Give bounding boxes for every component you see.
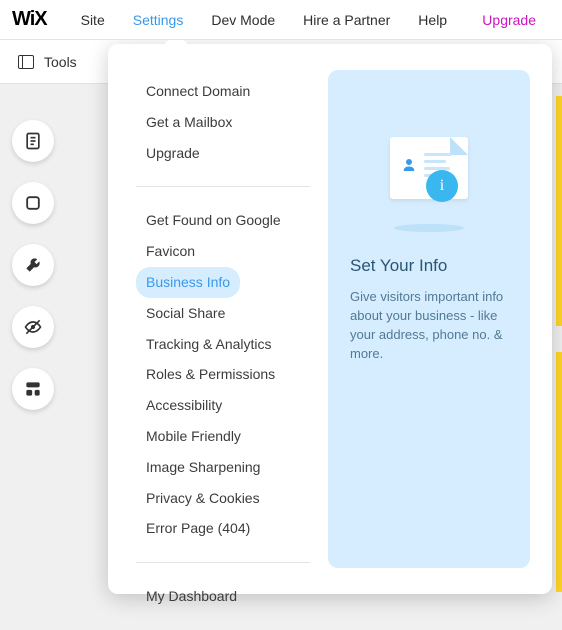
menu-image-sharpening[interactable]: Image Sharpening [136,452,310,483]
menu-privacy-cookies[interactable]: Privacy & Cookies [136,483,310,514]
rail-layout-button[interactable] [12,368,54,410]
menu-site[interactable]: Site [67,0,119,40]
menu-error-page[interactable]: Error Page (404) [136,513,310,544]
menu-social-share[interactable]: Social Share [136,298,310,329]
preview-illustration: i [350,98,508,238]
canvas-edge-top [556,96,562,326]
menu-my-dashboard[interactable]: My Dashboard [136,581,310,612]
settings-group-2: Get Found on Google Favicon Business Inf… [136,186,310,562]
menu-dev-mode[interactable]: Dev Mode [197,0,289,40]
menu-accessibility[interactable]: Accessibility [136,390,310,421]
menu-business-info[interactable]: Business Info [136,267,240,298]
tools-label[interactable]: Tools [44,54,77,70]
menu-favicon[interactable]: Favicon [136,236,310,267]
menu-get-found[interactable]: Get Found on Google [136,205,310,236]
rail-pages-button[interactable] [12,120,54,162]
shadow-icon [394,224,464,232]
rail-section-button[interactable] [12,182,54,224]
menu-mobile-friendly[interactable]: Mobile Friendly [136,421,310,452]
top-menubar: WiX Site Settings Dev Mode Hire a Partne… [0,0,562,40]
settings-group-3: My Dashboard [136,562,310,630]
wrench-icon [23,255,43,275]
settings-group-1: Connect Domain Get a Mailbox Upgrade [136,70,310,186]
preview-description: Give visitors important info about your … [350,288,508,363]
menu-upgrade[interactable]: Upgrade [136,138,310,169]
menu-connect-domain[interactable]: Connect Domain [136,76,310,107]
eye-off-icon [23,317,43,337]
rail-tools-button[interactable] [12,244,54,286]
menu-hire-partner[interactable]: Hire a Partner [289,0,404,40]
menu-upgrade[interactable]: Upgrade [468,0,550,40]
menu-help[interactable]: Help [404,0,461,40]
settings-menu-list: Connect Domain Get a Mailbox Upgrade Get… [108,70,328,568]
layout-icon [23,379,43,399]
preview-title: Set Your Info [350,256,508,276]
info-badge-icon: i [426,170,458,202]
menu-settings[interactable]: Settings [119,0,198,40]
left-tool-rail [12,120,54,410]
settings-preview-card: i Set Your Info Give visitors important … [328,70,530,568]
wix-logo: WiX [12,8,47,31]
menu-roles-permissions[interactable]: Roles & Permissions [136,359,310,390]
menu-get-mailbox[interactable]: Get a Mailbox [136,107,310,138]
menu-tracking-analytics[interactable]: Tracking & Analytics [136,329,310,360]
settings-dropdown-panel: Connect Domain Get a Mailbox Upgrade Get… [108,44,552,594]
person-icon [400,155,418,175]
page-icon [23,131,43,151]
rail-hide-button[interactable] [12,306,54,348]
panel-layout-icon [18,55,34,69]
section-icon [23,193,43,213]
canvas-edge-bottom [556,352,562,592]
